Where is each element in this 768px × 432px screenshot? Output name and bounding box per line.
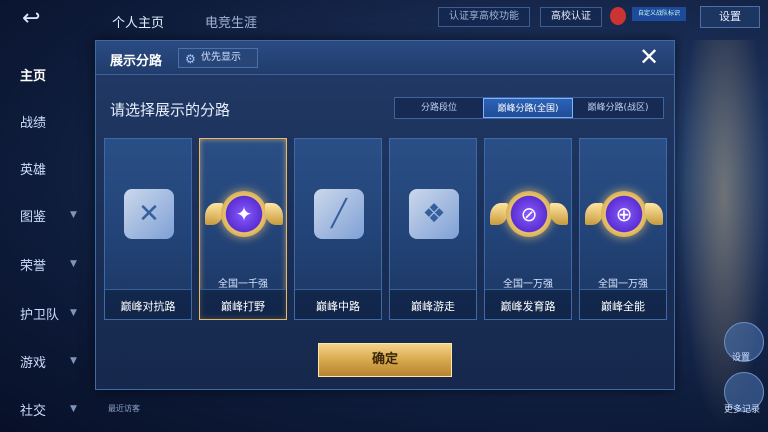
tab-lane-rank[interactable]: 分路段位: [395, 98, 483, 118]
team-icon: [610, 7, 626, 25]
lane-type-segmented-control: 分路段位 巅峰分路(全国) 巅峰分路(战区): [394, 97, 664, 119]
sidebar-item-honor[interactable]: 荣誉: [20, 255, 70, 274]
lane-icon: ❖: [409, 189, 459, 239]
close-icon[interactable]: ✕: [636, 45, 662, 71]
records-round-label: 更多记录: [724, 405, 761, 415]
lane-card-allround[interactable]: ⊕ 全国一万强 巅峰全能: [579, 138, 667, 320]
sidebar-item-guard[interactable]: 护卫队: [20, 304, 70, 323]
sidebar-item-heroes[interactable]: 英雄: [20, 159, 70, 178]
tab-peak-lane-national[interactable]: 巅峰分路(全国): [483, 98, 573, 118]
card-footer: 巅峰中路: [295, 289, 381, 319]
rank-emblem-icon: ⊕: [585, 189, 663, 239]
chevron-down-icon: ▼: [70, 404, 77, 414]
card-footer: 巅峰全能: [580, 289, 666, 319]
card-label: 巅峰对抗路: [120, 300, 176, 313]
card-footer: 巅峰对抗路: [105, 289, 191, 319]
lane-card-roam[interactable]: ❖ 巅峰游走: [389, 138, 477, 320]
rank-text: 全国一万强: [598, 279, 648, 290]
rank-text: 全国一万强: [503, 279, 553, 290]
sidebar-item-gallery[interactable]: 图鉴: [20, 206, 70, 225]
card-footer: 巅峰打野: [200, 289, 286, 319]
lane-card-mid[interactable]: ╱ 巅峰中路: [294, 138, 382, 320]
sidebar: 主页 战绩 英雄 图鉴 ▼ 荣誉 ▼ 护卫队 ▼ 游戏 ▼ 社交 ▼: [0, 40, 90, 432]
lane-card-jungle[interactable]: ✦ 全国一千强 巅峰打野: [199, 138, 287, 320]
sidebar-item-home[interactable]: 主页: [20, 65, 70, 84]
rank-text: 全国一千强: [218, 279, 268, 290]
card-footer: 巅峰发育路: [485, 289, 571, 319]
wing-right-icon: [645, 203, 663, 225]
background-art: [680, 40, 768, 432]
sidebar-item-social[interactable]: 社交: [20, 400, 70, 419]
chevron-down-icon: ▼: [70, 308, 77, 318]
sidebar-item-record[interactable]: 战绩: [20, 112, 70, 131]
card-label: 巅峰打野: [221, 300, 265, 313]
lane-card-farm[interactable]: ⊘ 全国一万强 巅峰发育路: [484, 138, 572, 320]
recent-visitors-label: 最近访客: [108, 404, 140, 413]
chevron-down-icon: ▼: [70, 259, 77, 269]
chevron-down-icon: ▼: [70, 356, 77, 366]
rank-emblem-icon: ✦: [205, 189, 283, 239]
settings-button[interactable]: 设置: [700, 6, 760, 28]
lane-card-top[interactable]: ✕ 巅峰对抗路: [104, 138, 192, 320]
modal-header: 展示分路 ⚙ 优先显示 ✕: [96, 41, 674, 75]
priority-display-label: 优先显示: [201, 52, 241, 63]
wing-right-icon: [265, 203, 283, 225]
tab-profile[interactable]: 个人主页: [112, 12, 164, 31]
top-bar: ↩ 个人主页 电竞生涯 认证享高校功能 高校认证 自定义战队标识 设置: [0, 0, 768, 34]
team-tag: 自定义战队标识: [632, 7, 686, 21]
settings-round-label: 设置: [732, 353, 751, 363]
tab-peak-lane-region[interactable]: 巅峰分路(战区): [573, 98, 663, 118]
confirm-button[interactable]: 确定: [318, 343, 452, 377]
card-label: 巅峰发育路: [500, 300, 556, 313]
chevron-down-icon: ▼: [70, 210, 77, 220]
university-badge[interactable]: 高校认证: [540, 7, 602, 27]
certification-badge[interactable]: 认证享高校功能: [438, 7, 530, 27]
rank-emblem-icon: ⊘: [490, 189, 568, 239]
lane-icon: ╱: [314, 189, 364, 239]
card-label: 巅峰中路: [316, 300, 360, 313]
gear-icon: ⚙: [185, 52, 196, 66]
card-label: 巅峰全能: [601, 300, 645, 313]
tab-esports-career[interactable]: 电竞生涯: [205, 12, 257, 31]
lane-icon: ✕: [124, 189, 174, 239]
lane-display-modal: 展示分路 ⚙ 优先显示 ✕ 请选择展示的分路 分路段位 巅峰分路(全国) 巅峰分…: [95, 40, 675, 390]
card-footer: 巅峰游走: [390, 289, 476, 319]
sidebar-item-game[interactable]: 游戏: [20, 352, 70, 371]
modal-title: 展示分路: [110, 54, 163, 69]
back-icon[interactable]: ↩: [22, 8, 62, 30]
wing-right-icon: [550, 203, 568, 225]
card-label: 巅峰游走: [411, 300, 455, 313]
select-prompt: 请选择展示的分路: [110, 101, 231, 119]
priority-display-button[interactable]: ⚙ 优先显示: [178, 48, 258, 68]
